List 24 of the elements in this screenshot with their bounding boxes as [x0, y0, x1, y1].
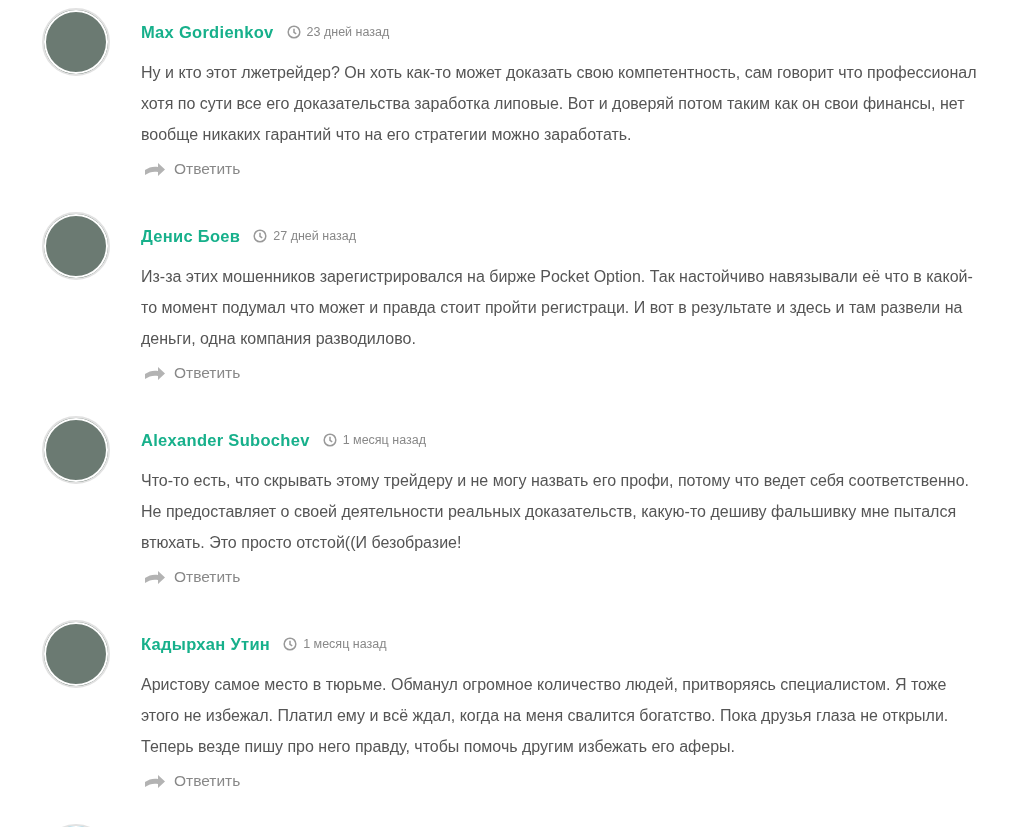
clock-icon [286, 25, 301, 39]
comment-time: 1 месяц назад [303, 637, 387, 651]
reply-arrow-icon [144, 773, 166, 789]
reply-arrow-icon [144, 569, 166, 585]
clock-icon [322, 433, 337, 447]
comment-time: 23 дней назад [306, 25, 390, 39]
reply-link[interactable]: Ответить [174, 364, 241, 382]
author-name[interactable]: Кадырхан Утин [141, 634, 271, 654]
comment-time: 27 дней назад [273, 229, 356, 243]
comment-text: Что-то есть, что скрывать этому трейдеру и не могу назвать его профи, потому что ведет себя соответственно. Не предоставляет о своей деятельности реальных доказательств, какую-то дешиву фальшивку мне пытался втюхать. Это просто отстой((И безобразие! [141, 471, 970, 553]
comment-time: 1 месяц назад [342, 433, 426, 447]
comment-text: Аристову самое место в тюрьме. Обманул огромное количество людей, притворяясь специалистом. Я тоже этого не избежал. Платил ему и всё ждал, когда на меня свалится богатство. Пока друзья глаза не открыли. Теперь везде пишу про него правду, чтобы помочь другим избежать его аферы. [141, 675, 950, 757]
comment-text: Ну и кто этот лжетрейдер? Он хоть как-то может доказать свою компетентность, сам говорит что профессионал хотя по сути все его доказательства заработка липовые. Вот и доверяй потом таким как он свои финансы, нет вообще никаких гарантий что на его стратегии можно заработать. [141, 63, 978, 145]
reply-arrow-icon [144, 161, 166, 177]
reply-link[interactable]: Ответить [174, 568, 241, 586]
reply-arrow-icon [144, 365, 166, 381]
author-name[interactable]: Max Gordienkov [141, 22, 274, 42]
comment-text: Из-за этих мошенников зарегистрировался на бирже Pocket Option. Так настойчиво навязывали её что в какой-то момент подумал что может и правда стоит пройти регистраци. И вот в результате и здесь и там развели на деньги, одна компания разводилово. [141, 267, 974, 349]
clock-icon [253, 229, 268, 243]
clock-icon [283, 637, 298, 651]
author-name[interactable]: Денис Боев [141, 226, 241, 246]
reply-link[interactable]: Ответить [174, 160, 241, 178]
reply-link[interactable]: Ответить [174, 772, 241, 790]
author-name[interactable]: Alexander Subochev [141, 430, 310, 450]
